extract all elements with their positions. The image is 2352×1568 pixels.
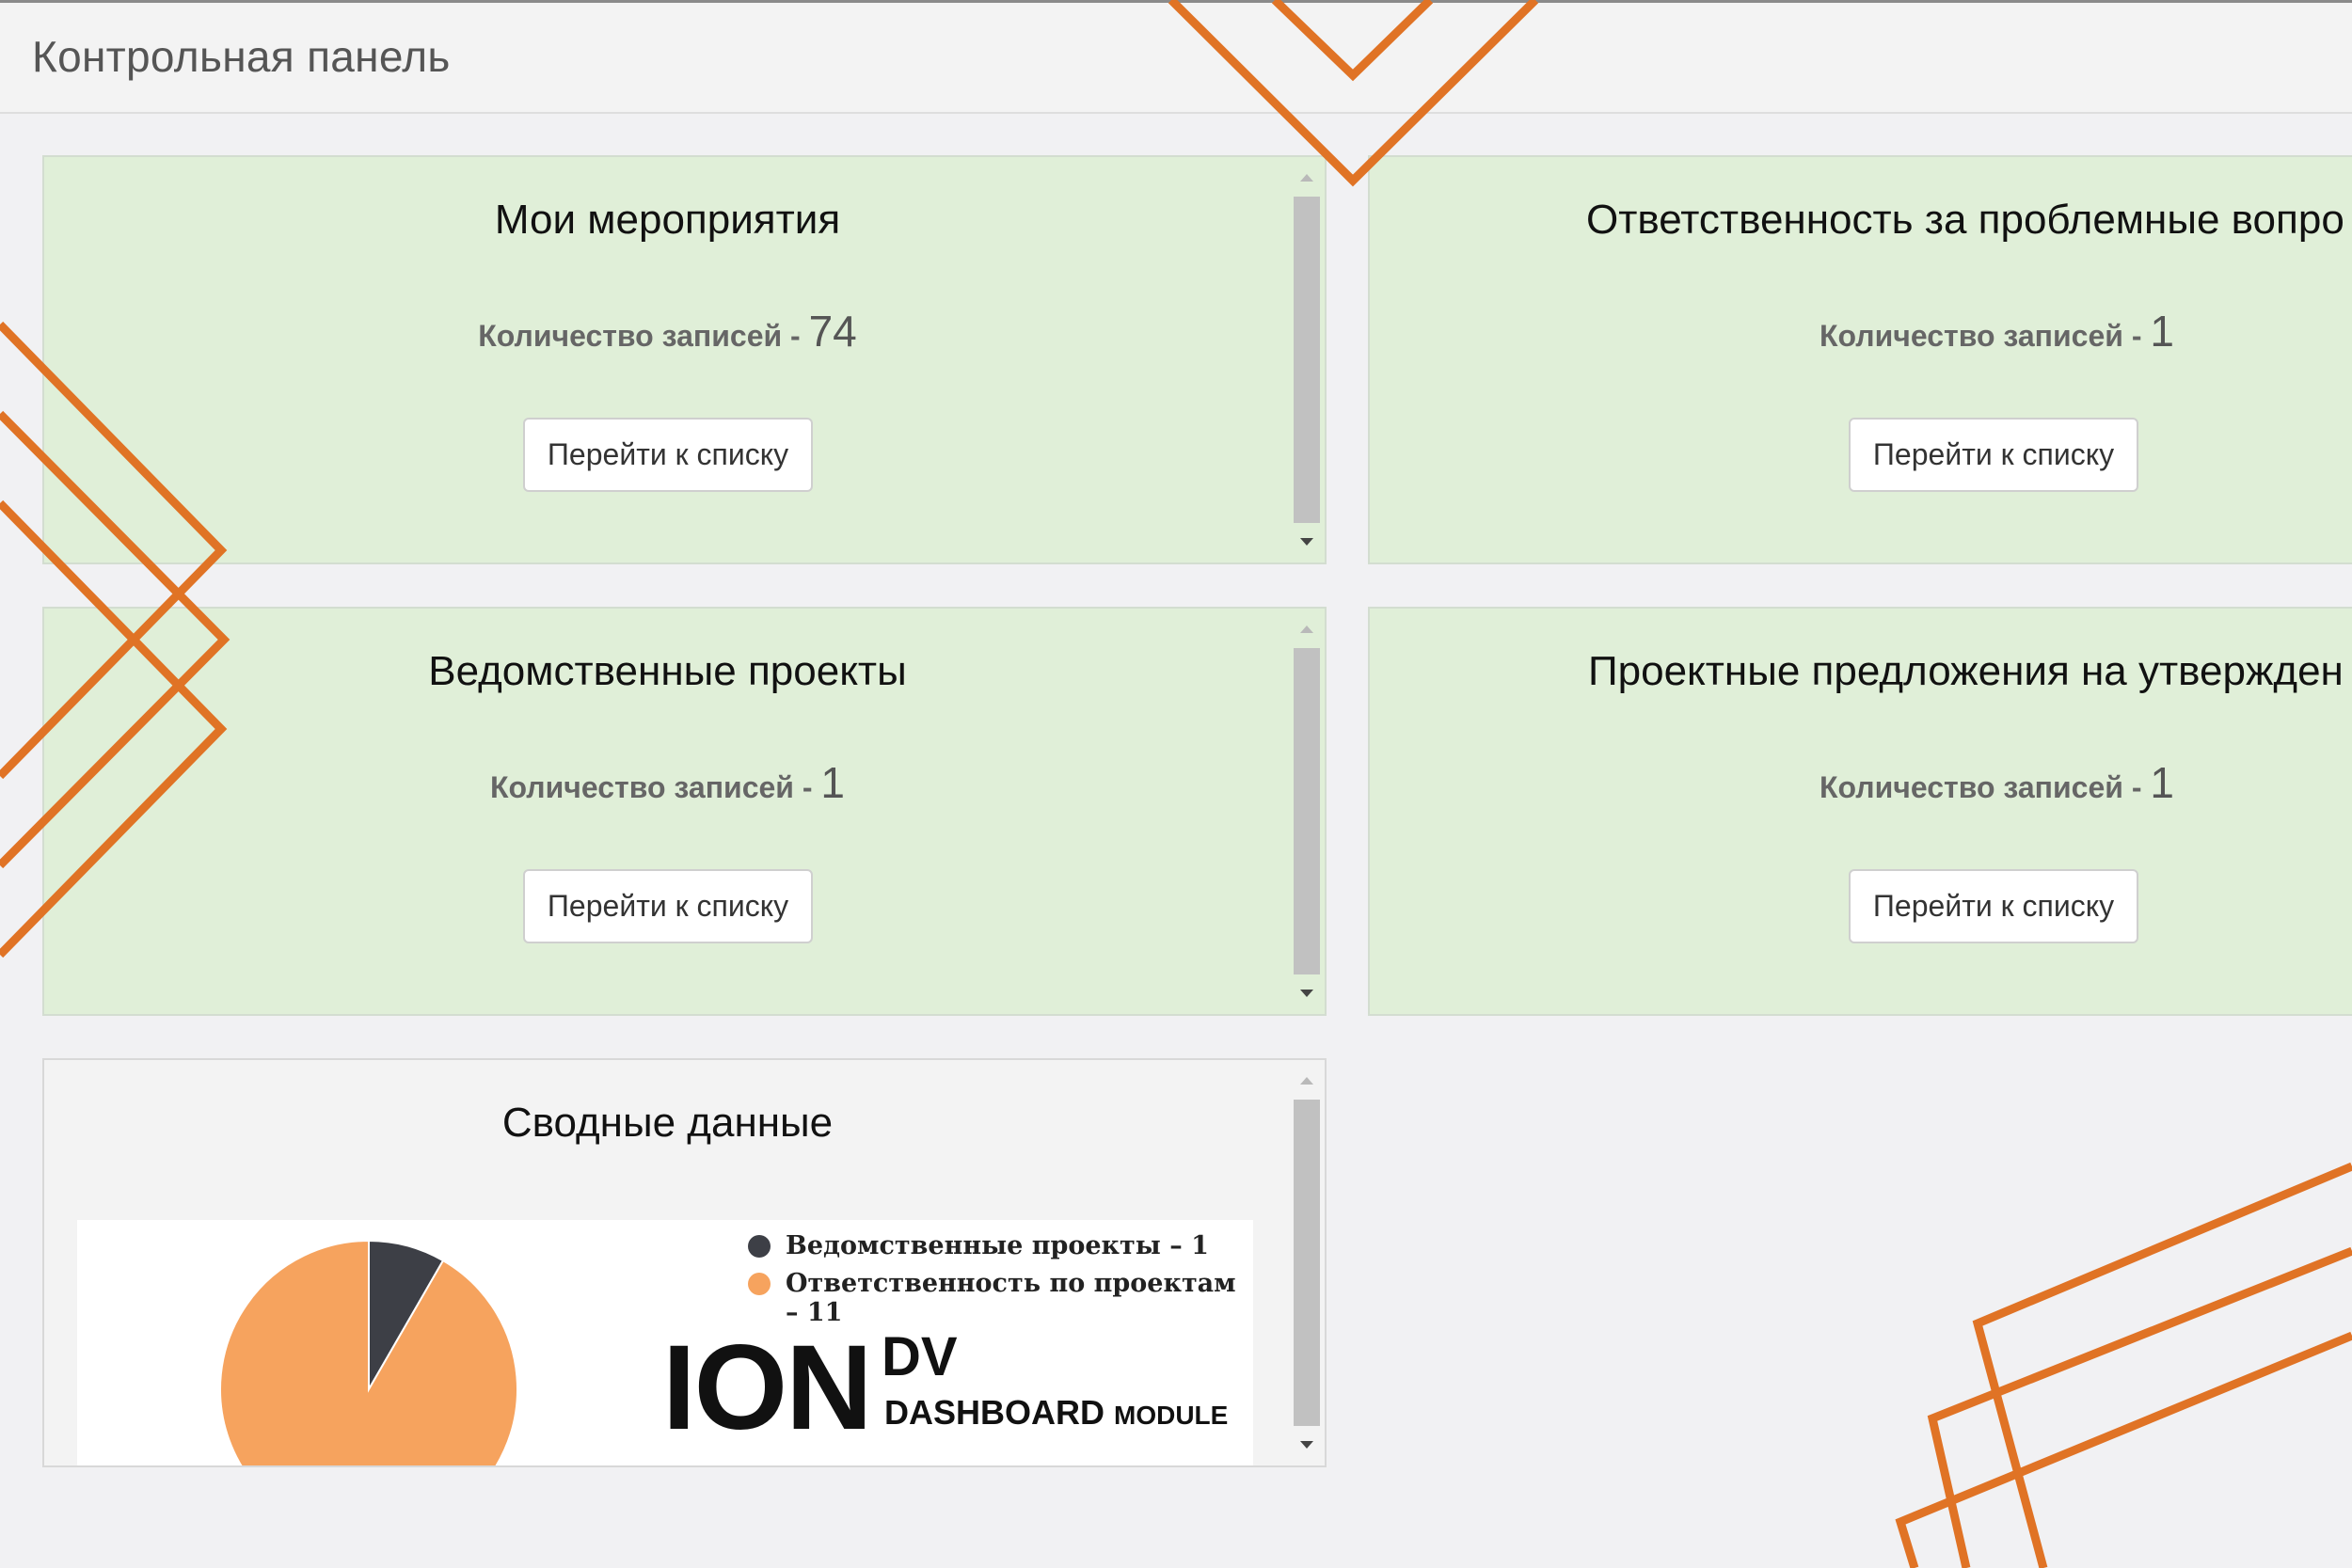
scroll-down-icon[interactable] — [1300, 990, 1313, 997]
card-issue-responsibility: Ответственность за проблемные вопро Коли… — [1368, 155, 2352, 564]
card-my-events: Мои мероприятия Количество записей - 74 … — [42, 155, 1327, 564]
go-to-list-button[interactable]: Перейти к списку — [1849, 869, 2138, 943]
card-scrollbar[interactable] — [1293, 612, 1321, 1010]
scroll-thumb[interactable] — [1294, 1100, 1320, 1426]
scroll-up-icon[interactable] — [1300, 626, 1313, 633]
logo-dashboard-module: DASHBOARD MODULE — [884, 1393, 1229, 1432]
go-to-list-button[interactable]: Перейти к списку — [523, 869, 813, 943]
pie-slice-project-responsibility — [219, 1239, 518, 1465]
scroll-thumb[interactable] — [1294, 197, 1320, 523]
record-count: Количество записей - 74 — [478, 307, 857, 356]
record-count: Количество записей - 1 — [490, 758, 845, 807]
pie-chart — [219, 1239, 518, 1465]
card-title: Ответственность за проблемные вопро — [1586, 197, 2344, 243]
record-count: Количество записей - 1 — [1820, 758, 2174, 807]
card-title: Сводные данные — [501, 1100, 834, 1146]
legend-dot-department-projects — [748, 1235, 771, 1258]
page-title: Контрольная панель — [32, 32, 451, 81]
legend-item: Ведомственные проекты – 1 — [786, 1231, 1209, 1260]
card-title: Проектные предложения на утвержден — [1588, 648, 2344, 694]
go-to-list-button[interactable]: Перейти к списку — [1849, 418, 2138, 492]
card-scrollbar[interactable] — [1293, 1064, 1321, 1462]
scroll-down-icon[interactable] — [1300, 1441, 1313, 1449]
summary-chart: Ведомственные проекты – 1 Ответственност… — [77, 1220, 1253, 1465]
scroll-up-icon[interactable] — [1300, 174, 1313, 182]
card-title: Ведомственные проекты — [428, 648, 907, 694]
go-to-list-button[interactable]: Перейти к списку — [523, 418, 813, 492]
logo-ion: ION — [662, 1321, 873, 1455]
header-bar: Контрольная панель — [0, 0, 2352, 114]
card-title: Мои мероприятия — [494, 197, 841, 243]
scroll-thumb[interactable] — [1294, 648, 1320, 974]
card-summary: Сводные данные Ведомственные проекты – 1… — [42, 1058, 1327, 1467]
scroll-up-icon[interactable] — [1300, 1077, 1313, 1085]
card-project-proposals: Проектные предложения на утвержден Колич… — [1368, 607, 2352, 1016]
record-count: Количество записей - 1 — [1820, 307, 2174, 356]
card-department-projects: Ведомственные проекты Количество записей… — [42, 607, 1327, 1016]
logo-dv: DV — [882, 1326, 958, 1387]
card-scrollbar[interactable] — [1293, 161, 1321, 559]
legend-dot-project-responsibility — [748, 1273, 771, 1295]
scroll-down-icon[interactable] — [1300, 538, 1313, 546]
